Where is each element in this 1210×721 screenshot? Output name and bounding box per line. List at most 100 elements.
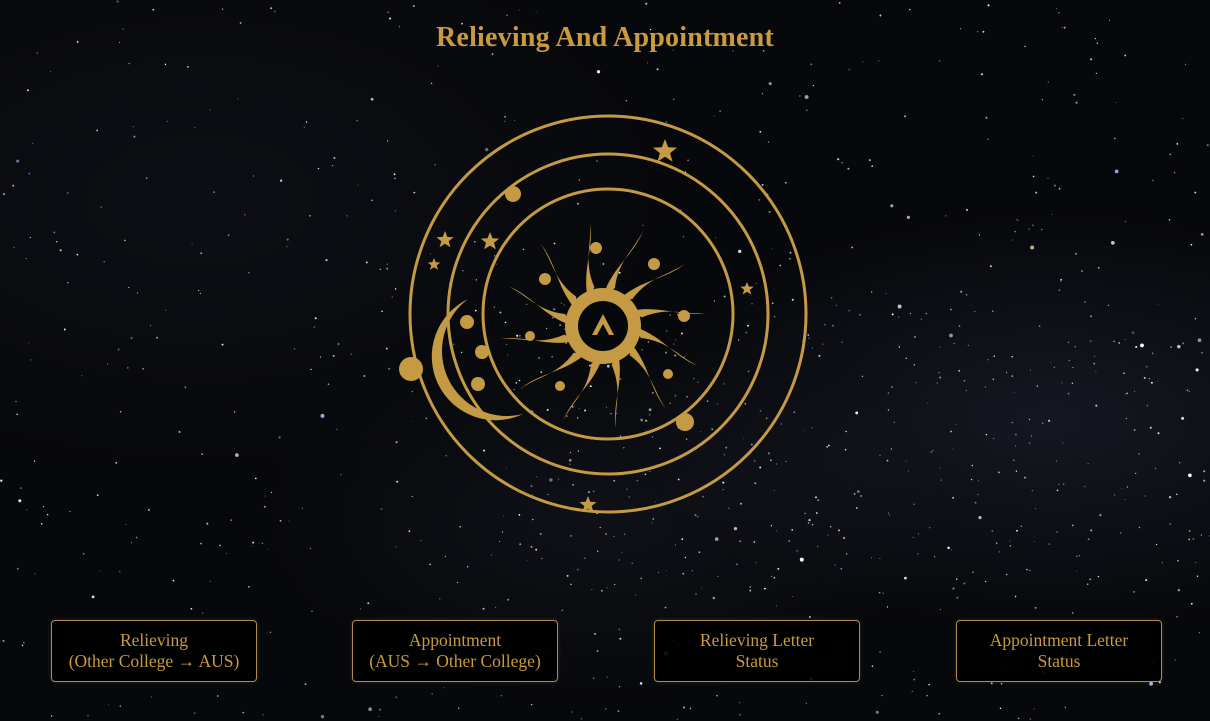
- star: [394, 177, 396, 180]
- star: [938, 372, 940, 374]
- star: [490, 554, 492, 556]
- star: [639, 682, 643, 685]
- appointment-button[interactable]: Appointment (AUS → Other College): [352, 620, 558, 682]
- star: [387, 140, 389, 142]
- star: [999, 707, 1002, 710]
- star: [1076, 555, 1078, 557]
- star: [889, 514, 891, 516]
- relieving-letter-status-button[interactable]: Relieving Letter Status: [654, 620, 860, 682]
- star: [385, 347, 388, 350]
- star: [198, 289, 200, 292]
- star: [264, 495, 266, 497]
- star: [913, 671, 915, 672]
- star: [848, 69, 850, 71]
- star: [371, 199, 373, 202]
- star: [261, 542, 264, 545]
- star: [1006, 371, 1008, 373]
- star: [717, 575, 719, 578]
- star: [1168, 219, 1171, 221]
- star: [1150, 381, 1153, 384]
- star: [927, 402, 929, 404]
- star: [494, 606, 497, 609]
- star: [940, 479, 942, 481]
- star: [1146, 405, 1148, 407]
- star: [32, 142, 34, 145]
- star: [1075, 101, 1078, 104]
- star: [1097, 575, 1100, 578]
- star: [806, 109, 808, 112]
- appointment-letter-status-button[interactable]: Appointment Letter Status: [956, 620, 1162, 682]
- star: [936, 382, 938, 384]
- star: [1014, 230, 1016, 233]
- star: [1176, 143, 1179, 145]
- star: [657, 571, 660, 573]
- star: [987, 138, 989, 140]
- star: [1017, 219, 1019, 222]
- star: [1013, 392, 1015, 394]
- star: [394, 288, 397, 290]
- star: [890, 448, 893, 450]
- star: [576, 568, 579, 571]
- star: [987, 359, 989, 361]
- star: [1146, 366, 1148, 368]
- star: [956, 578, 958, 580]
- star: [26, 89, 29, 92]
- star: [932, 449, 934, 452]
- star: [777, 567, 780, 570]
- star: [956, 596, 959, 599]
- star: [30, 359, 32, 361]
- star: [938, 60, 941, 62]
- star: [456, 581, 459, 584]
- star: [1050, 361, 1052, 363]
- star: [851, 246, 854, 249]
- star: [337, 343, 340, 345]
- star: [912, 536, 914, 538]
- star: [695, 593, 697, 595]
- star: [913, 678, 916, 681]
- star: [248, 271, 250, 274]
- star: [963, 582, 966, 585]
- star: [145, 177, 148, 179]
- star: [1075, 570, 1078, 572]
- star: [33, 460, 36, 462]
- star: [805, 702, 807, 704]
- star: [1095, 404, 1098, 407]
- star: [570, 535, 572, 537]
- star: [187, 66, 189, 68]
- star: [775, 605, 778, 607]
- star: [1056, 7, 1058, 10]
- star: [498, 540, 501, 542]
- star: [843, 537, 846, 540]
- star: [625, 99, 628, 102]
- star: [386, 263, 389, 265]
- star: [890, 204, 894, 208]
- star: [1188, 538, 1191, 541]
- star: [99, 570, 101, 572]
- star: [763, 587, 766, 590]
- star: [1062, 483, 1065, 485]
- star: [958, 370, 961, 372]
- appointment-status-button-line1: Appointment Letter: [989, 630, 1129, 650]
- star: [1026, 568, 1028, 571]
- star: [952, 448, 954, 450]
- star: [18, 499, 22, 503]
- star: [1194, 191, 1197, 194]
- star: [950, 549, 952, 551]
- star: [885, 292, 887, 294]
- star: [1099, 514, 1102, 517]
- relieving-button[interactable]: Relieving (Other College → AUS): [51, 620, 257, 682]
- star: [871, 665, 874, 667]
- star: [857, 490, 860, 493]
- star: [928, 683, 930, 686]
- star: [76, 253, 79, 256]
- star: [172, 579, 175, 582]
- star: [871, 291, 873, 293]
- star: [1157, 380, 1159, 382]
- star: [518, 9, 520, 11]
- star: [664, 606, 667, 609]
- star: [1058, 289, 1061, 292]
- star: [21, 644, 24, 647]
- star: [980, 73, 983, 76]
- star: [55, 240, 58, 243]
- star: [977, 493, 979, 496]
